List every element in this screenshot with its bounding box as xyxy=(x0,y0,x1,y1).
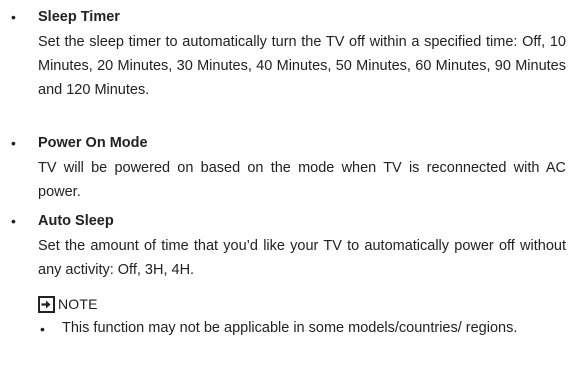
arrow-right-box-icon xyxy=(38,295,55,313)
item-title: Auto Sleep xyxy=(38,213,114,229)
note-text: This function may not be applicable in s… xyxy=(62,320,518,336)
item-title: Power On Mode xyxy=(38,135,148,151)
item-description: TV will be powered on based on the mode … xyxy=(38,160,566,200)
note-heading: NOTE xyxy=(38,294,98,314)
item-description: Set the sleep timer to automatically tur… xyxy=(38,34,566,98)
item-description: Set the amount of time that you’d like y… xyxy=(38,238,566,278)
manual-page: • Sleep Timer Set the sleep timer to aut… xyxy=(0,0,577,385)
bullet: • xyxy=(40,321,45,337)
item-title: Sleep Timer xyxy=(38,9,120,25)
bullet: • xyxy=(11,9,16,25)
bullet: • xyxy=(11,213,16,229)
bullet: • xyxy=(11,135,16,151)
note-label: NOTE xyxy=(58,296,98,312)
